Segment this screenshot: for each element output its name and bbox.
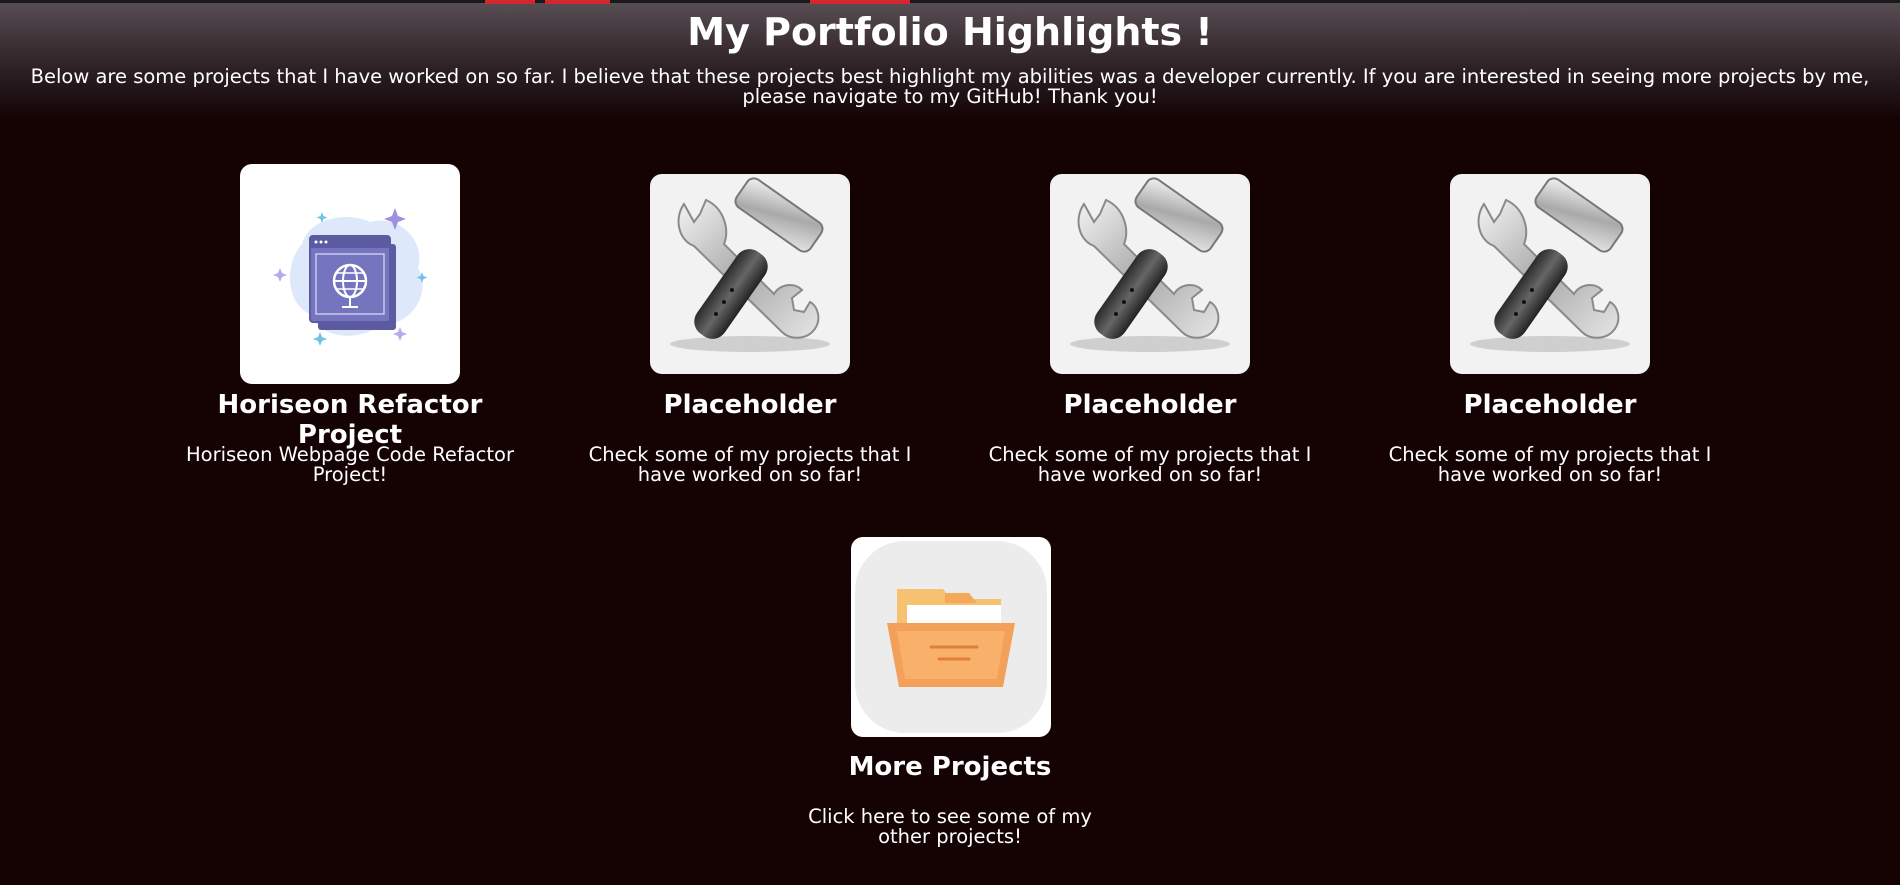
project-description: Check some of my projects that I have wo… [588,443,912,486]
project-title: Horiseon Refactor Project [217,390,483,450]
project-title: Placeholder [1063,390,1237,420]
intro-text: Below are some projects that I have work… [30,65,1870,108]
project-description: Check some of my projects that I have wo… [1388,443,1712,486]
project-card-placeholder-1[interactable]: Placeholder Check some of my projects th… [580,160,920,500]
web-globe-illustration-icon[interactable] [240,164,460,384]
nav-accent-2 [545,0,610,4]
project-card-placeholder-2[interactable]: Placeholder Check some of my projects th… [980,160,1320,500]
wrench-hammer-icon[interactable] [1450,174,1650,374]
more-projects-card[interactable]: More Projects Click here to see some of … [780,530,1120,860]
page-header: My Portfolio Highlights ! Below are some… [0,0,1900,118]
project-description: Horiseon Webpage Code Refactor Project! [185,443,514,486]
top-nav-strip [0,0,1900,4]
folder-icon[interactable] [851,537,1051,737]
project-card-placeholder-3[interactable]: Placeholder Check some of my projects th… [1380,160,1720,500]
page-title: My Portfolio Highlights ! [687,10,1213,54]
wrench-hammer-icon[interactable] [1050,174,1250,374]
project-description: Click here to see some of my other proje… [808,805,1092,848]
project-card-horiseon[interactable]: Horiseon Refactor Project Horiseon Webpa… [170,160,530,500]
nav-accent-1 [485,0,535,4]
project-description: Check some of my projects that I have wo… [988,443,1312,486]
project-title: More Projects [848,752,1052,782]
nav-accent-3 [810,0,910,4]
wrench-hammer-icon[interactable] [650,174,850,374]
project-title: Placeholder [663,390,837,420]
project-title: Placeholder [1463,390,1637,420]
